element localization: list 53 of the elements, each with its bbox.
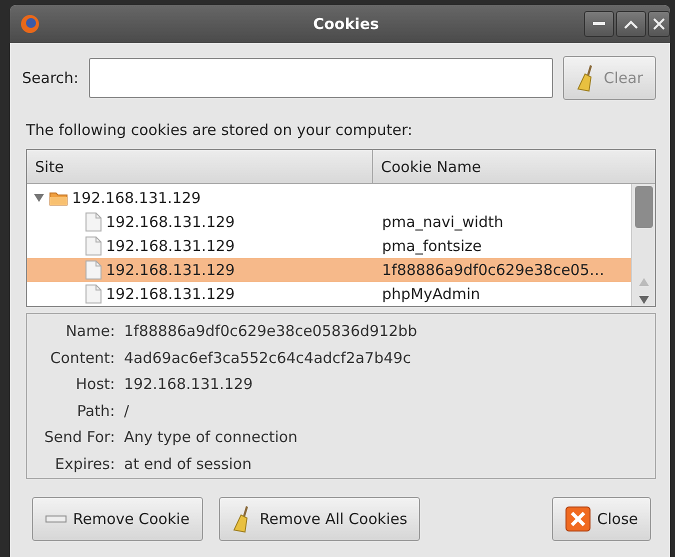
site-text: 192.168.131.129 — [106, 237, 235, 255]
cookie-name-text: 1f88886a9df0c629e38ce05… — [381, 261, 604, 279]
site-text: 192.168.131.129 — [72, 189, 201, 207]
detail-label: Content: — [49, 348, 115, 368]
cookie-name-text: pma_fontsize — [381, 237, 482, 255]
tree-row[interactable]: 192.168.131.129 pma_navi_width — [27, 210, 631, 234]
minimize-button[interactable] — [584, 11, 614, 37]
close-window-button[interactable] — [648, 11, 670, 37]
scroll-thumb[interactable] — [634, 186, 652, 228]
detail-value: at end of session — [124, 454, 253, 474]
detail-value: 4ad69ac6ef3ca552c64c4adcf2a7b49c — [124, 348, 412, 368]
search-field[interactable] — [88, 58, 553, 98]
expander-icon[interactable] — [33, 192, 45, 204]
scrollbar[interactable] — [631, 184, 655, 306]
remove-all-button[interactable]: Remove All Cookies — [218, 497, 420, 541]
close-button[interactable]: Close — [552, 497, 651, 541]
close-icon — [653, 18, 665, 30]
browser-logo-icon — [20, 14, 40, 34]
window-title: Cookies — [313, 15, 379, 33]
close-icon — [565, 506, 592, 532]
detail-label: Path: — [76, 400, 115, 422]
minus-icon — [45, 515, 67, 523]
detail-label: Host: — [74, 374, 115, 395]
document-icon — [85, 212, 102, 232]
remove-button[interactable]: Remove Cookie — [32, 497, 203, 541]
detail-label: Name: — [64, 321, 115, 342]
detail-value: / — [124, 400, 130, 422]
detail-value: 192.168.131.129 — [124, 374, 254, 395]
tree-row[interactable]: 192.168.131.129 pma_fontsize — [27, 234, 631, 258]
detail-label: Send For: — [43, 427, 115, 448]
search-label: Search: — [22, 69, 79, 87]
minimize-icon — [593, 22, 605, 26]
description-text: The following cookies are stored on your computer: — [26, 121, 414, 139]
cookie-name-text: pma_navi_width — [381, 213, 504, 231]
maximize-icon — [624, 20, 638, 28]
cookie-name-text: phpMyAdmin — [381, 285, 480, 303]
tree-row[interactable]: 192.168.131.129 phpMyAdmin — [27, 282, 631, 306]
detail-value: 1f88886a9df0c629e38ce05836d912bb — [124, 321, 418, 342]
scroll-down-icon[interactable] — [638, 296, 648, 304]
document-icon — [85, 236, 102, 256]
document-icon — [85, 284, 102, 304]
detail-label: Expires: — [54, 454, 115, 474]
site-text: 192.168.131.129 — [106, 285, 235, 303]
tree-row[interactable]: 192.168.131.129 — [27, 186, 631, 210]
column-header[interactable]: Cookie Name — [373, 150, 655, 183]
site-text: 192.168.131.129 — [106, 213, 235, 231]
detail-value: Any type of connection — [124, 427, 299, 448]
column-header[interactable]: Site — [27, 150, 373, 183]
tree-row[interactable]: 192.168.131.129 1f88886a9df0c629e38ce05… — [27, 258, 631, 282]
site-text: 192.168.131.129 — [106, 261, 235, 279]
folder-icon — [49, 190, 68, 206]
maximize-button[interactable] — [616, 11, 646, 37]
document-icon — [85, 260, 102, 280]
